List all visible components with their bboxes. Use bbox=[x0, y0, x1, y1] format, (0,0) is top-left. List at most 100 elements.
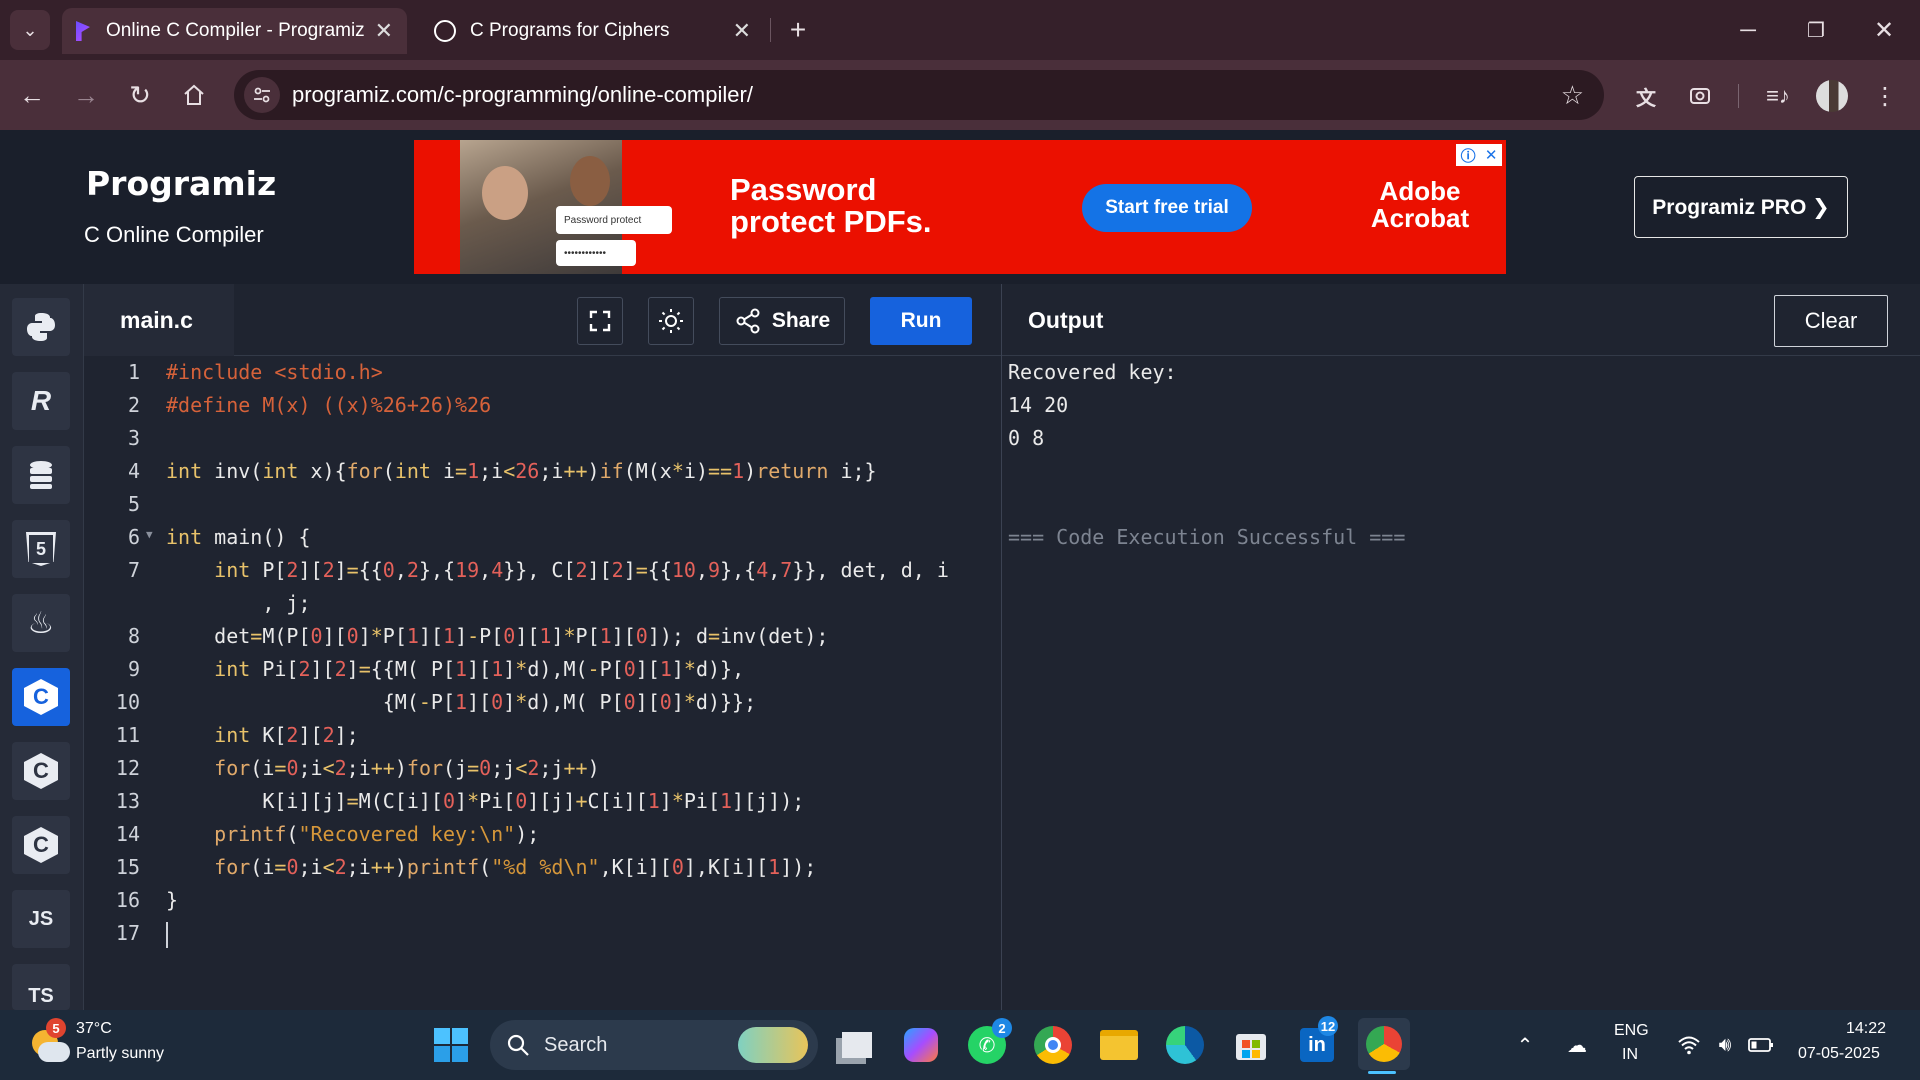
onedrive-icon[interactable]: ☁ bbox=[1560, 1030, 1594, 1060]
programiz-pro-button[interactable]: Programiz PRO ❯ bbox=[1634, 176, 1848, 238]
ad-close-icon[interactable]: ✕ bbox=[1485, 146, 1498, 164]
bookmark-star-icon[interactable]: ☆ bbox=[1561, 80, 1584, 111]
tab-title: C Programs for Ciphers bbox=[470, 20, 670, 41]
tab-title: Online C Compiler - Programiz bbox=[106, 20, 365, 41]
line-number: 5 bbox=[127, 492, 140, 516]
translate-icon[interactable]: 文 bbox=[1628, 78, 1664, 114]
menu-kebab-icon[interactable]: ⋮ bbox=[1870, 78, 1900, 114]
sql-icon[interactable] bbox=[12, 446, 70, 504]
java-icon[interactable]: ♨ bbox=[12, 594, 70, 652]
ad-cta-button[interactable]: Start free trial bbox=[1082, 184, 1252, 232]
weather-badge: 5 bbox=[46, 1018, 66, 1038]
edge-icon[interactable] bbox=[1162, 1022, 1208, 1068]
clock-time[interactable]: 14:22 bbox=[1846, 1020, 1886, 1038]
copilot-icon[interactable] bbox=[898, 1022, 944, 1068]
editor-toolbar: main.c Share Run bbox=[84, 284, 1002, 356]
programiz-favicon-icon bbox=[76, 21, 90, 41]
language-top[interactable]: ENG bbox=[1614, 1022, 1649, 1040]
ad-info-icon[interactable]: ⓘ bbox=[1461, 145, 1476, 166]
home-icon[interactable] bbox=[176, 77, 212, 113]
volume-icon[interactable]: 🔊︎ bbox=[1710, 1030, 1740, 1060]
weather-temp[interactable]: 37°C bbox=[76, 1020, 112, 1038]
share-button[interactable]: Share bbox=[719, 297, 845, 345]
line-number: 12 bbox=[115, 756, 140, 780]
ad-choices[interactable]: ⓘ ✕ bbox=[1456, 144, 1502, 166]
line-number: 15 bbox=[115, 855, 140, 879]
ad-banner[interactable]: Password protect •••••••••••• Password p… bbox=[414, 140, 1506, 274]
tray-overflow-icon[interactable]: ⌃ bbox=[1510, 1030, 1540, 1060]
cpp-icon[interactable]: C bbox=[12, 742, 70, 800]
close-tab-icon[interactable]: ✕ bbox=[733, 18, 751, 44]
cloud-shape bbox=[38, 1042, 70, 1062]
url-text[interactable]: programiz.com/c-programming/online-compi… bbox=[292, 82, 753, 108]
windows-start-icon[interactable] bbox=[428, 1022, 474, 1068]
media-control-icon[interactable]: ≡♪ bbox=[1760, 78, 1796, 114]
fullscreen-button[interactable] bbox=[577, 297, 623, 345]
profile-avatar[interactable] bbox=[1816, 80, 1848, 112]
r-icon[interactable]: R bbox=[12, 372, 70, 430]
tab-divider bbox=[770, 18, 771, 42]
code-line: int Pi[2][2]={{M( P[1][1]*d),M(-P[0][1]*… bbox=[214, 657, 745, 681]
code-line: int main() { bbox=[166, 525, 311, 549]
toolbar-divider bbox=[1738, 84, 1739, 108]
code-editor[interactable]: 1 2 3 4 5 6 7 8 9 10 11 12 13 14 15 16 17 #include <stdi… bbox=[84, 356, 1002, 1010]
js-icon[interactable]: JS bbox=[12, 890, 70, 948]
reload-icon[interactable]: ↻ bbox=[122, 77, 158, 113]
weather-widget-icon[interactable]: 5 bbox=[28, 1018, 70, 1064]
ts-icon[interactable]: TS bbox=[12, 964, 70, 1010]
c-icon[interactable]: C bbox=[12, 668, 70, 726]
microsoft-store-icon[interactable] bbox=[1228, 1022, 1274, 1068]
tab-search-button[interactable]: ⌄ bbox=[10, 10, 50, 50]
theme-toggle-button[interactable] bbox=[648, 297, 694, 345]
csharp-icon[interactable]: C bbox=[12, 816, 70, 874]
ad-password-label: Password protect bbox=[556, 206, 672, 234]
line-number: 9 bbox=[127, 657, 140, 681]
minimize-icon[interactable]: ─ bbox=[1728, 12, 1768, 48]
page-subtitle: C Online Compiler bbox=[84, 222, 264, 247]
restore-icon[interactable]: ❐ bbox=[1796, 12, 1836, 48]
linkedin-icon[interactable]: in 12 bbox=[1294, 1016, 1340, 1068]
back-icon[interactable]: ← bbox=[14, 77, 50, 113]
address-bar[interactable]: programiz.com/c-programming/online-compi… bbox=[234, 70, 1604, 120]
taskbar-search[interactable]: Search bbox=[490, 1020, 818, 1070]
close-window-icon[interactable]: ✕ bbox=[1864, 12, 1904, 48]
run-button[interactable]: Run bbox=[870, 297, 972, 345]
c-icon-label: C bbox=[24, 679, 58, 715]
tab-c-programs-for-ciphers[interactable]: C Programs for Ciphers ✕ bbox=[420, 8, 765, 54]
new-tab-icon[interactable]: + bbox=[780, 12, 816, 48]
clear-button[interactable]: Clear bbox=[1774, 295, 1888, 347]
screenshot-lens-icon[interactable] bbox=[1682, 78, 1718, 114]
line-number: 10 bbox=[115, 690, 140, 714]
programiz-logo[interactable]: Programiz bbox=[86, 164, 276, 203]
chatgpt-favicon-icon bbox=[434, 20, 456, 42]
code-line: det=M(P[0][0]*P[1][1]-P[0][1]*P[1][0]); … bbox=[166, 624, 829, 648]
battery-icon[interactable] bbox=[1746, 1030, 1776, 1060]
line-number: 16 bbox=[115, 888, 140, 912]
forward-icon[interactable]: → bbox=[68, 77, 104, 113]
weather-desc[interactable]: Partly sunny bbox=[76, 1045, 164, 1063]
file-explorer-icon[interactable] bbox=[1096, 1022, 1142, 1068]
site-info-icon[interactable] bbox=[244, 77, 280, 113]
fold-arrow-icon[interactable]: ▼ bbox=[146, 528, 153, 541]
file-tab-main-c[interactable]: main.c bbox=[84, 284, 234, 356]
wifi-icon[interactable] bbox=[1674, 1030, 1704, 1060]
ad-password-field: •••••••••••• bbox=[556, 240, 636, 266]
line-number: 2 bbox=[127, 393, 140, 417]
chevron-down-icon: ⌄ bbox=[22, 19, 38, 40]
chrome-icon[interactable] bbox=[1030, 1022, 1076, 1068]
share-icon bbox=[736, 308, 760, 334]
chrome-profile-icon[interactable] bbox=[1358, 1018, 1410, 1070]
whatsapp-icon[interactable]: ✆ 2 bbox=[964, 1018, 1012, 1068]
python-icon[interactable] bbox=[12, 298, 70, 356]
sun-icon bbox=[659, 309, 683, 333]
language-bottom[interactable]: IN bbox=[1622, 1046, 1638, 1064]
close-tab-icon[interactable]: ✕ bbox=[375, 18, 393, 44]
search-highlight-icon bbox=[738, 1027, 808, 1063]
tab-online-c-compiler[interactable]: Online C Compiler - Programiz ✕ bbox=[62, 8, 407, 54]
task-view-icon[interactable] bbox=[834, 1022, 880, 1068]
line-number: 3 bbox=[127, 426, 140, 450]
execution-status: === Code Execution Successful === bbox=[1008, 525, 1406, 549]
line-number: 17 bbox=[115, 921, 140, 945]
clock-date[interactable]: 07-05-2025 bbox=[1798, 1045, 1880, 1063]
html-icon[interactable]: 5 bbox=[12, 520, 70, 578]
